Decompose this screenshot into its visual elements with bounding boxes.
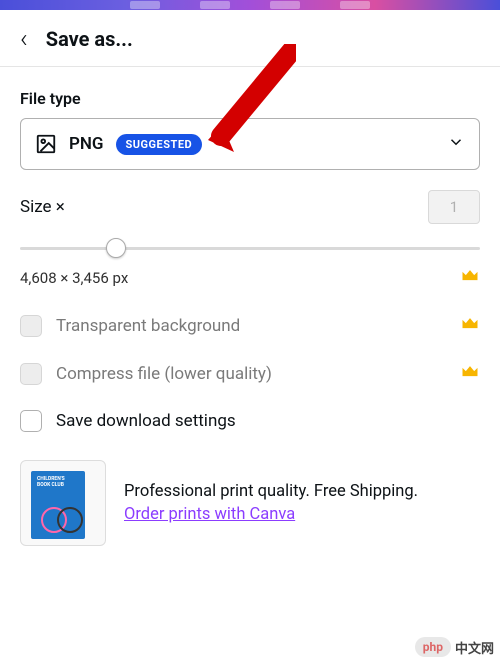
page-header: ‹ Save as... <box>0 10 500 67</box>
back-button[interactable]: ‹ <box>20 26 28 52</box>
size-label: Size × <box>20 197 65 217</box>
size-multiplier-input[interactable]: 1 <box>428 190 480 224</box>
checkbox-save-settings[interactable] <box>20 410 42 432</box>
option-compress[interactable]: Compress file (lower quality) <box>20 362 480 386</box>
size-slider[interactable] <box>20 234 480 262</box>
promo-thumb-title: CHILDREN'S BOOK CLUB <box>37 477 79 488</box>
checkbox-compress[interactable] <box>20 363 42 385</box>
watermark: php 中文网 <box>415 637 494 657</box>
topbar-decor <box>270 1 300 9</box>
slider-track <box>20 247 480 250</box>
dimensions-value: 4,608 × 3,456 px <box>20 269 128 287</box>
crown-icon <box>460 266 480 290</box>
checkbox-transparent[interactable] <box>20 315 42 337</box>
crown-icon <box>460 362 480 386</box>
promo-thumbnail[interactable]: CHILDREN'S BOOK CLUB <box>20 460 106 546</box>
image-icon <box>35 133 57 155</box>
file-type-value: PNG <box>69 134 104 154</box>
crown-icon <box>460 314 480 338</box>
topbar-decor <box>130 1 160 9</box>
chevron-down-icon <box>447 133 465 155</box>
option-transparent-label: Transparent background <box>56 316 240 336</box>
option-save-settings[interactable]: Save download settings <box>20 410 480 432</box>
option-save-settings-label: Save download settings <box>56 411 236 431</box>
print-promo: CHILDREN'S BOOK CLUB Professional print … <box>20 460 480 546</box>
file-type-label: File type <box>20 89 480 108</box>
dimensions-row: 4,608 × 3,456 px <box>20 266 480 290</box>
promo-text-line1: Professional print quality. Free Shippin… <box>124 482 418 501</box>
size-row: Size × 1 <box>20 190 480 224</box>
app-topbar <box>0 0 500 10</box>
promo-link[interactable]: Order prints with Canva <box>124 505 418 524</box>
content-area: File type PNG SUGGESTED Size × 1 4,608 ×… <box>0 89 500 546</box>
topbar-decor <box>200 1 230 9</box>
file-type-select[interactable]: PNG SUGGESTED <box>20 118 480 170</box>
topbar-decor <box>340 1 370 9</box>
page-title: Save as... <box>46 27 133 51</box>
option-transparent[interactable]: Transparent background <box>20 314 480 338</box>
option-compress-label: Compress file (lower quality) <box>56 364 272 384</box>
watermark-cn: 中文网 <box>455 638 494 657</box>
suggested-badge: SUGGESTED <box>116 134 203 155</box>
slider-thumb[interactable] <box>106 238 126 258</box>
watermark-php: php <box>415 637 451 657</box>
